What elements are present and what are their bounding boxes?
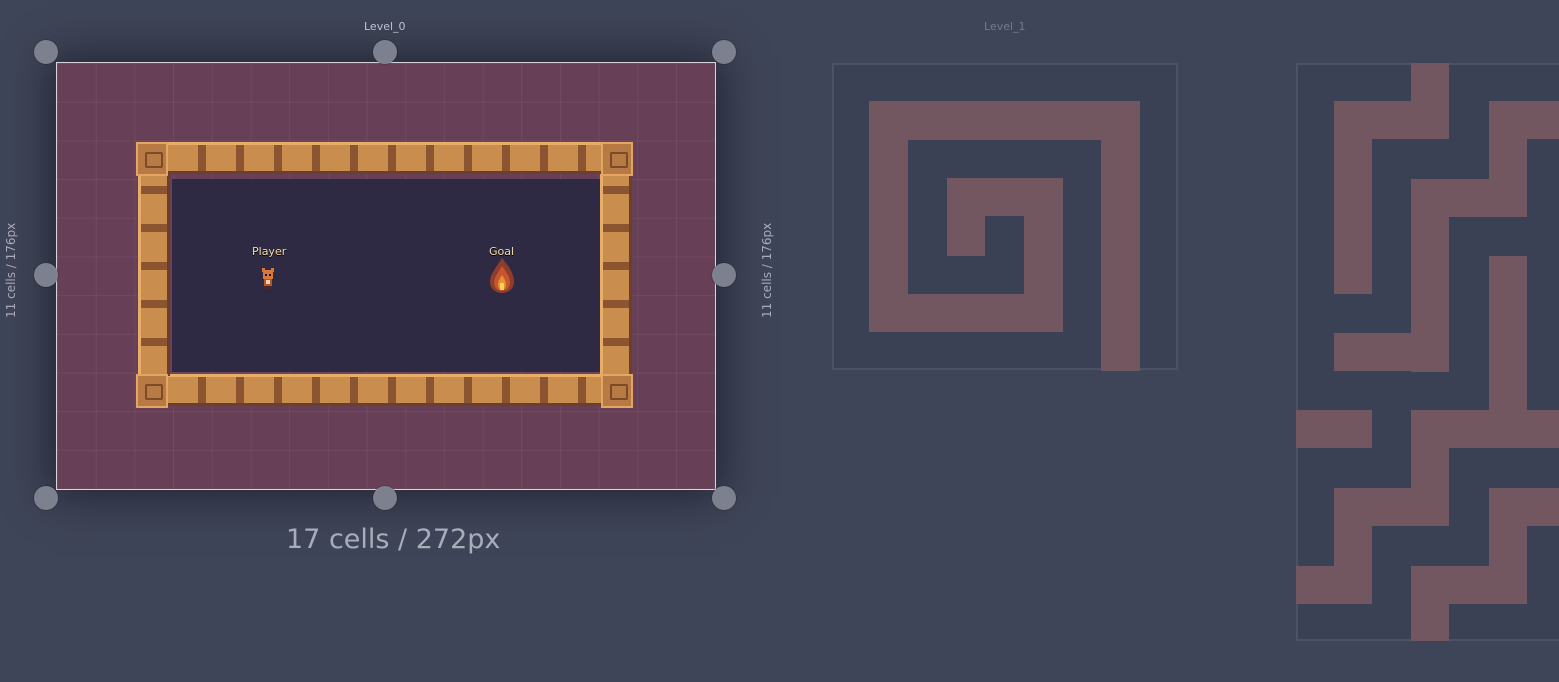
right-wall (600, 174, 632, 376)
level-height-label: 11 cells / 176px (4, 222, 18, 318)
resize-handle-icon[interactable] (373, 40, 397, 64)
level-name-label: Level_0 (364, 20, 406, 33)
left-wall (138, 174, 170, 376)
top-wall (168, 142, 602, 174)
resize-handle-icon[interactable] (373, 486, 397, 510)
level-name-label: Level_1 (984, 20, 1026, 33)
resize-handle-icon[interactable] (712, 263, 736, 287)
player-entity-label: Player (252, 245, 287, 258)
wall-corner (136, 142, 168, 176)
bottom-wall (168, 374, 602, 406)
resize-handle-icon[interactable] (34, 486, 58, 510)
level-width-label: 17 cells / 272px (286, 524, 501, 555)
resize-handle-icon[interactable] (712, 486, 736, 510)
goal-fire-icon[interactable] (484, 256, 520, 294)
wall-corner (136, 374, 168, 408)
resize-handle-icon[interactable] (34, 263, 58, 287)
level-1-walls (832, 63, 1178, 371)
player-sprite-icon[interactable] (258, 266, 278, 290)
level-2-walls (1296, 63, 1559, 641)
wall-corner (601, 374, 633, 408)
resize-handle-icon[interactable] (712, 40, 736, 64)
wall-corner (601, 142, 633, 176)
level-height-label-right: 11 cells / 176px (760, 222, 774, 318)
room-floor (172, 179, 600, 372)
resize-handle-icon[interactable] (34, 40, 58, 64)
